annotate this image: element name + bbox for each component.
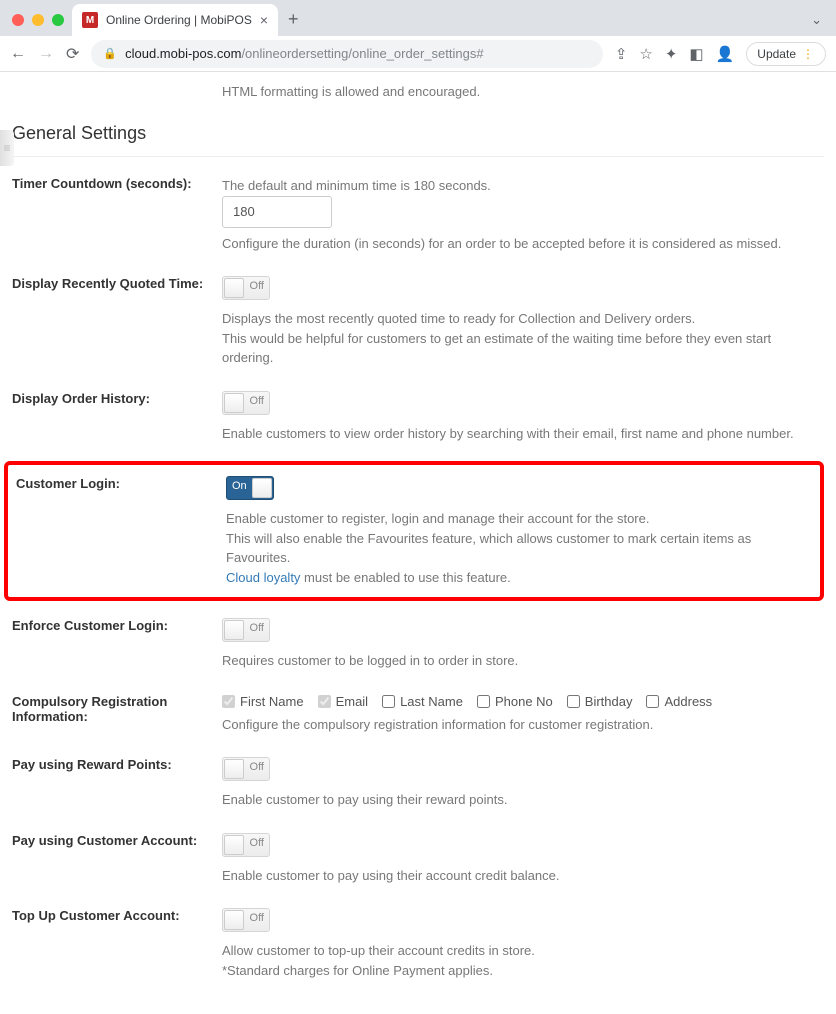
customer-login-help1: Enable customer to register, login and m… — [226, 509, 814, 529]
browser-tab[interactable]: M Online Ordering | MobiPOS × — [72, 4, 278, 36]
tabs-menu-icon[interactable]: ⌄ — [805, 12, 828, 36]
label-customer-account: Pay using Customer Account: — [12, 833, 222, 886]
row-timer: Timer Countdown (seconds): The default a… — [12, 167, 824, 267]
compulsory-help: Configure the compulsory registration in… — [222, 715, 824, 735]
reload-button[interactable]: ⟳ — [66, 44, 79, 64]
checkbox-address[interactable] — [646, 695, 659, 708]
checkbox-first-name[interactable] — [222, 695, 235, 708]
cloud-loyalty-link[interactable]: Cloud loyalty — [226, 570, 300, 585]
toggle-customer-account[interactable]: Off — [222, 833, 270, 857]
maximize-window-icon[interactable] — [52, 14, 64, 26]
customer-login-help3: Cloud loyalty must be enabled to use thi… — [226, 568, 814, 588]
timer-help-bottom: Configure the duration (in seconds) for … — [222, 234, 824, 254]
row-customer-login: Customer Login: On Enable customer to re… — [14, 471, 814, 591]
checkbox-last-name[interactable] — [382, 695, 395, 708]
new-tab-button[interactable]: + — [278, 9, 309, 36]
enforce-login-help: Requires customer to be logged in to ord… — [222, 651, 824, 671]
update-label: Update — [757, 47, 796, 61]
update-button[interactable]: Update ⋮ — [746, 42, 826, 66]
checkbox-email[interactable] — [318, 695, 331, 708]
toggle-enforce-login[interactable]: Off — [222, 618, 270, 642]
row-enforce-login: Enforce Customer Login: Off Requires cus… — [12, 609, 824, 685]
html-format-note: HTML formatting is allowed and encourage… — [222, 72, 824, 117]
checkbox-birthday[interactable] — [567, 695, 580, 708]
browser-toolbar: ← → ⟳ 🔒 cloud.mobi-pos.com/onlineorderse… — [0, 36, 836, 72]
side-drawer-handle[interactable]: ≡ — [0, 130, 14, 166]
back-button[interactable]: ← — [10, 45, 26, 63]
chk-last-name[interactable]: Last Name — [382, 694, 463, 709]
forward-button: → — [38, 45, 54, 63]
toggle-reward-points[interactable]: Off — [222, 757, 270, 781]
customer-login-help2: This will also enable the Favourites fea… — [226, 529, 814, 568]
toggle-quoted-time[interactable]: Off — [222, 276, 270, 300]
reward-points-help: Enable customer to pay using their rewar… — [222, 790, 824, 810]
row-quoted-time: Display Recently Quoted Time: Off Displa… — [12, 267, 824, 382]
timer-input[interactable] — [222, 196, 332, 228]
side-panel-icon[interactable]: ◧ — [689, 45, 703, 63]
label-quoted-time: Display Recently Quoted Time: — [12, 276, 222, 368]
share-icon[interactable]: ⇪ — [615, 45, 628, 63]
address-bar[interactable]: 🔒 cloud.mobi-pos.com/onlineordersetting/… — [91, 40, 602, 68]
divider — [12, 156, 824, 157]
url-path: /onlineordersetting/online_order_setting… — [241, 46, 483, 61]
chk-birthday[interactable]: Birthday — [567, 694, 633, 709]
chk-email[interactable]: Email — [318, 694, 369, 709]
window-controls — [8, 14, 72, 36]
minimize-window-icon[interactable] — [32, 14, 44, 26]
row-reward-points: Pay using Reward Points: Off Enable cust… — [12, 748, 824, 824]
timer-help-top: The default and minimum time is 180 seco… — [222, 176, 824, 196]
close-window-icon[interactable] — [12, 14, 24, 26]
chk-address[interactable]: Address — [646, 694, 712, 709]
label-compulsory: Compulsory Registration Information: — [12, 694, 222, 735]
url-host: cloud.mobi-pos.com — [125, 46, 241, 61]
close-tab-icon[interactable]: × — [260, 12, 268, 28]
lock-icon: 🔒 — [103, 47, 117, 60]
favicon-icon: M — [82, 12, 98, 28]
topup-help2: *Standard charges for Online Payment app… — [222, 961, 824, 981]
quoted-time-help2: This would be helpful for customers to g… — [222, 329, 824, 368]
browser-tab-strip: M Online Ordering | MobiPOS × + ⌄ — [0, 0, 836, 36]
profile-icon[interactable]: 👤 — [716, 45, 735, 63]
row-order-history: Display Order History: Off Enable custom… — [12, 382, 824, 458]
row-customer-account: Pay using Customer Account: Off Enable c… — [12, 824, 824, 900]
label-customer-login: Customer Login: — [16, 476, 226, 587]
toggle-customer-login[interactable]: On — [226, 476, 274, 500]
label-timer: Timer Countdown (seconds): — [12, 176, 222, 253]
page-title: General Settings — [12, 117, 824, 156]
label-reward-points: Pay using Reward Points: — [12, 757, 222, 810]
tab-title: Online Ordering | MobiPOS — [106, 13, 252, 27]
row-topup: Top Up Customer Account: Off Allow custo… — [12, 899, 824, 994]
toggle-topup[interactable]: Off — [222, 908, 270, 932]
checkbox-phone[interactable] — [477, 695, 490, 708]
label-topup: Top Up Customer Account: — [12, 908, 222, 980]
highlight-customer-login: Customer Login: On Enable customer to re… — [4, 461, 824, 601]
quoted-time-help1: Displays the most recently quoted time t… — [222, 309, 824, 329]
toggle-order-history[interactable]: Off — [222, 391, 270, 415]
chk-first-name[interactable]: First Name — [222, 694, 304, 709]
extensions-icon[interactable]: ✦ — [665, 45, 678, 63]
chk-phone[interactable]: Phone No — [477, 694, 553, 709]
order-history-help: Enable customers to view order history b… — [222, 424, 824, 444]
topup-help1: Allow customer to top-up their account c… — [222, 941, 824, 961]
menu-dots-icon: ⋮ — [802, 47, 815, 61]
bookmark-icon[interactable]: ☆ — [639, 45, 652, 63]
label-enforce-login: Enforce Customer Login: — [12, 618, 222, 671]
customer-account-help: Enable customer to pay using their accou… — [222, 866, 824, 886]
row-compulsory: Compulsory Registration Information: Fir… — [12, 685, 824, 749]
label-order-history: Display Order History: — [12, 391, 222, 444]
